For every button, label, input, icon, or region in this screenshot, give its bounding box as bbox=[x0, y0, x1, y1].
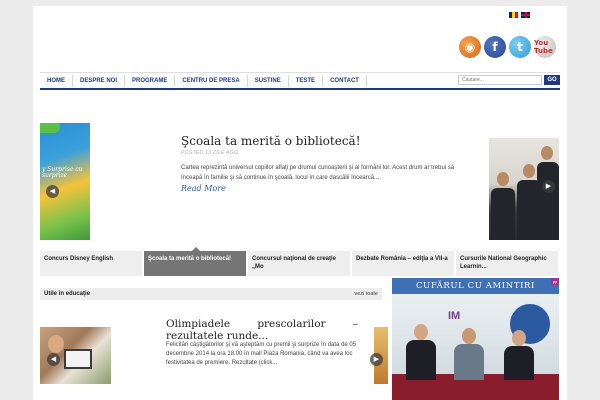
nav-item-home[interactable]: HOME bbox=[40, 74, 73, 87]
rss-icon[interactable]: ◉ bbox=[459, 36, 481, 58]
speaker-suit bbox=[504, 346, 534, 380]
slider-prev-arrow-icon[interactable]: ◀ bbox=[46, 185, 59, 198]
search-form: GO bbox=[458, 75, 560, 85]
album-photo: IM bbox=[392, 294, 559, 400]
book-cover-text: y Surprise cu surprize bbox=[42, 166, 83, 179]
student-head bbox=[541, 146, 553, 160]
student-head bbox=[523, 164, 535, 178]
student-suit bbox=[537, 162, 559, 240]
slider-next-arrow-icon[interactable]: ▶ bbox=[542, 180, 555, 193]
uk-flag-icon[interactable] bbox=[521, 12, 530, 18]
speaker-suit bbox=[454, 344, 484, 380]
album-pin-badge: pp bbox=[551, 278, 559, 285]
child-face bbox=[48, 335, 64, 353]
speaker-head bbox=[512, 330, 526, 346]
slider-tabs: Concurs Disney English Şcoala ta merită … bbox=[40, 247, 560, 276]
main-navigation: HOME DESPRE NOI PROGRAME CENTRU DE PRESA… bbox=[40, 72, 560, 90]
section-title: Utile în educaţie bbox=[44, 291, 91, 297]
news-excerpt: Felicitări câştigătorilor şi vă aşteptăm… bbox=[166, 342, 357, 366]
student-suit bbox=[491, 188, 515, 240]
twitter-icon[interactable]: t bbox=[509, 36, 531, 58]
slide-title[interactable]: Şcoala ta merită o bibliotecă! bbox=[181, 134, 361, 148]
tab-national-geographic[interactable]: Cursurile National Geographic Learnin... bbox=[456, 251, 560, 276]
slide-prev-image[interactable]: y Surprise cu surprize bbox=[40, 123, 90, 240]
news-next-arrow-icon[interactable]: ▶ bbox=[370, 353, 383, 366]
read-more-link[interactable]: Read More bbox=[181, 184, 226, 193]
im-logo: IM bbox=[448, 310, 461, 322]
nav-item-despre-noi[interactable]: DESPRE NOI bbox=[73, 74, 126, 87]
nav-item-sustine[interactable]: SUSTINE bbox=[248, 74, 289, 87]
student-head bbox=[497, 172, 509, 186]
tab-dezbate-romania[interactable]: Dezbate România – ediţia a VII-a bbox=[352, 251, 456, 276]
nav-item-programe[interactable]: PROGRAME bbox=[125, 74, 176, 87]
facebook-icon[interactable]: f bbox=[484, 36, 506, 58]
news-title[interactable]: Olimpiadele prescolarilor – rezultatele … bbox=[166, 318, 358, 342]
romanian-flag-icon[interactable] bbox=[509, 12, 518, 18]
see-all-link[interactable]: vezi toate bbox=[354, 291, 378, 297]
speaker-head bbox=[462, 328, 476, 344]
slide-meta: POSTED 13 ZILE AGO bbox=[181, 150, 239, 156]
nav-item-teste[interactable]: TESTE bbox=[289, 74, 324, 87]
search-input[interactable] bbox=[458, 75, 542, 85]
speaker-suit bbox=[406, 340, 436, 380]
book-badge bbox=[40, 123, 60, 133]
news-prev-arrow-icon[interactable]: ◀ bbox=[47, 353, 60, 366]
speaker-head bbox=[414, 324, 428, 340]
album-widget[interactable]: CUFĂRUL CU AMINTIRI pp IM bbox=[392, 278, 559, 400]
page-container: ◉ f t You Tube HOME DESPRE NOI PROGRAME … bbox=[33, 6, 567, 400]
tab-scoala-biblioteca[interactable]: Şcoala ta merită o bibliotecă! bbox=[144, 247, 248, 276]
nav-item-centru-de-presa[interactable]: CENTRU DE PRESA bbox=[175, 74, 248, 87]
social-icons: ◉ f t You Tube bbox=[459, 36, 556, 58]
tab-concurs-disney[interactable]: Concurs Disney English bbox=[40, 251, 144, 276]
slide-excerpt: Cartea reprezintă universul copiilor afl… bbox=[181, 165, 455, 181]
tab-concursul-national[interactable]: Concursul naţional de creaţie „Mo bbox=[248, 251, 352, 276]
youtube-icon[interactable]: You Tube bbox=[534, 36, 556, 58]
album-header: CUFĂRUL CU AMINTIRI bbox=[392, 278, 559, 294]
nav-item-contact[interactable]: CONTACT bbox=[323, 74, 367, 87]
language-flags bbox=[509, 12, 530, 18]
tablet-screen bbox=[64, 349, 92, 369]
section-header: Utile în educaţie vezi toate bbox=[40, 288, 382, 300]
search-button[interactable]: GO bbox=[544, 75, 560, 85]
